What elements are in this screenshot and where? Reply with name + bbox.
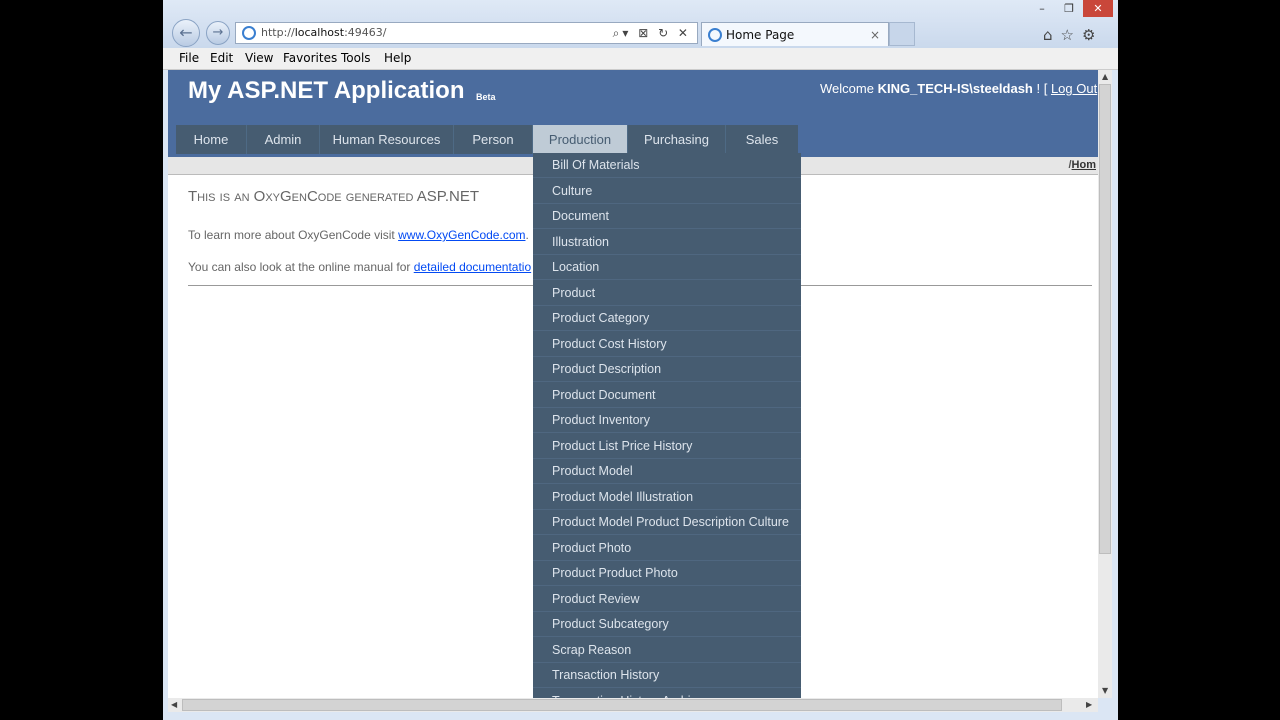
submenu-item-product-product-photo[interactable]: Product Product Photo (533, 561, 801, 586)
menu-view[interactable]: View (245, 51, 273, 65)
close-window-button[interactable]: ✕ (1083, 0, 1113, 17)
app-title: My ASP.NET Application (188, 77, 465, 104)
nav-sales[interactable]: Sales (726, 125, 798, 154)
submenu-item-product-review[interactable]: Product Review (533, 587, 801, 612)
submenu-item-product-subcategory[interactable]: Product Subcategory (533, 612, 801, 637)
submenu-item-scrap-reason[interactable]: Scrap Reason (533, 638, 801, 663)
username: KING_TECH-IS\steeldash (877, 81, 1033, 96)
production-submenu: Bill Of Materials Culture Document Illus… (533, 153, 801, 698)
submenu-item-product-photo[interactable]: Product Photo (533, 536, 801, 561)
submenu-item-product-model-product-description-culture[interactable]: Product Model Product Description Cultur… (533, 510, 801, 535)
ie-page-icon (242, 26, 256, 40)
oxygencode-link[interactable]: www.OxyGenCode.com (398, 228, 525, 242)
beta-label: Beta (476, 92, 496, 102)
breadcrumb-home-link[interactable]: Hom (1072, 159, 1096, 171)
main-menu: Home Admin Human Resources Person Produc… (176, 125, 798, 154)
submenu-item-transaction-history[interactable]: Transaction History (533, 663, 801, 688)
horizontal-scrollbar[interactable]: ◀ ▶ (168, 698, 1098, 712)
submenu-item-illustration[interactable]: Illustration (533, 230, 801, 255)
login-status: Welcome KING_TECH-IS\steeldash ! [ Log O… (820, 81, 1098, 96)
submenu-item-product-document[interactable]: Product Document (533, 383, 801, 408)
tab-close-icon[interactable]: × (870, 23, 880, 47)
submenu-item-location[interactable]: Location (533, 255, 801, 280)
submenu-item-product-cost-history[interactable]: Product Cost History (533, 332, 801, 357)
tab-home-page[interactable]: Home Page × (701, 22, 889, 46)
horizontal-scroll-thumb[interactable] (182, 699, 1062, 711)
web-page: My ASP.NET Application Beta Welcome KING… (168, 70, 1098, 698)
submenu-item-product-category[interactable]: Product Category (533, 306, 801, 331)
scroll-right-icon[interactable]: ▶ (1086, 700, 1092, 709)
menu-help[interactable]: Help (384, 51, 411, 65)
submenu-item-product[interactable]: Product (533, 281, 801, 306)
back-icon[interactable]: ← (172, 19, 200, 47)
vertical-scrollbar[interactable]: ▲ ▼ (1098, 70, 1112, 698)
nav-person[interactable]: Person (454, 125, 533, 154)
nav-admin[interactable]: Admin (247, 125, 320, 154)
breadcrumb: /Hom (1068, 159, 1096, 171)
maximize-button[interactable]: ❐ (1056, 0, 1082, 17)
menu-file[interactable]: File (179, 51, 199, 65)
scroll-down-icon[interactable]: ▼ (1102, 686, 1108, 695)
submenu-item-product-list-price-history[interactable]: Product List Price History (533, 434, 801, 459)
submenu-item-bill-of-materials[interactable]: Bill Of Materials (533, 153, 801, 178)
home-favorites-tools-icons[interactable]: ⌂☆⚙ (1043, 26, 1103, 44)
scroll-up-icon[interactable]: ▲ (1102, 72, 1108, 81)
nav-home[interactable]: Home (176, 125, 247, 154)
menu-bar: File Edit View Favorites Tools Help (163, 48, 1118, 70)
submenu-item-product-model-illustration[interactable]: Product Model Illustration (533, 485, 801, 510)
site-header: My ASP.NET Application Beta Welcome KING… (168, 70, 1098, 123)
nav-purchasing[interactable]: Purchasing (628, 125, 726, 154)
documentation-link[interactable]: detailed documentatio (414, 260, 531, 274)
submenu-item-product-inventory[interactable]: Product Inventory (533, 408, 801, 433)
browser-chrome: – ❐ ✕ ← → http://localhost:49463/ ⌕▾ ⊠ ↻… (163, 0, 1118, 50)
nav-human-resources[interactable]: Human Resources (320, 125, 454, 154)
submenu-item-product-model[interactable]: Product Model (533, 459, 801, 484)
nav-production[interactable]: Production (533, 125, 628, 154)
new-tab-button[interactable] (889, 22, 915, 46)
menu-edit[interactable]: Edit (210, 51, 233, 65)
submenu-item-document[interactable]: Document (533, 204, 801, 229)
tab-title: Home Page (726, 28, 795, 42)
forward-icon[interactable]: → (206, 21, 230, 45)
minimize-button[interactable]: – (1029, 0, 1055, 17)
address-bar[interactable]: http://localhost:49463/ ⌕▾ ⊠ ↻ ✕ (235, 22, 698, 44)
address-url: http://localhost:49463/ (261, 26, 387, 39)
logout-link[interactable]: Log Out (1051, 81, 1097, 96)
menu-favorites[interactable]: Favorites (283, 51, 337, 65)
submenu-item-culture[interactable]: Culture (533, 179, 801, 204)
vertical-scroll-thumb[interactable] (1099, 84, 1111, 554)
scroll-left-icon[interactable]: ◀ (171, 700, 177, 709)
menu-tools[interactable]: Tools (341, 51, 371, 65)
nav-strip: Home Admin Human Resources Person Produc… (168, 123, 1098, 157)
submenu-item-product-description[interactable]: Product Description (533, 357, 801, 382)
submenu-item-transaction-history-archive[interactable]: Transaction History Archive (533, 689, 801, 699)
address-tools-icons[interactable]: ⌕▾ ⊠ ↻ ✕ (613, 23, 691, 43)
ie-tab-icon (708, 28, 722, 42)
browser-window: – ❐ ✕ ← → http://localhost:49463/ ⌕▾ ⊠ ↻… (163, 0, 1118, 720)
